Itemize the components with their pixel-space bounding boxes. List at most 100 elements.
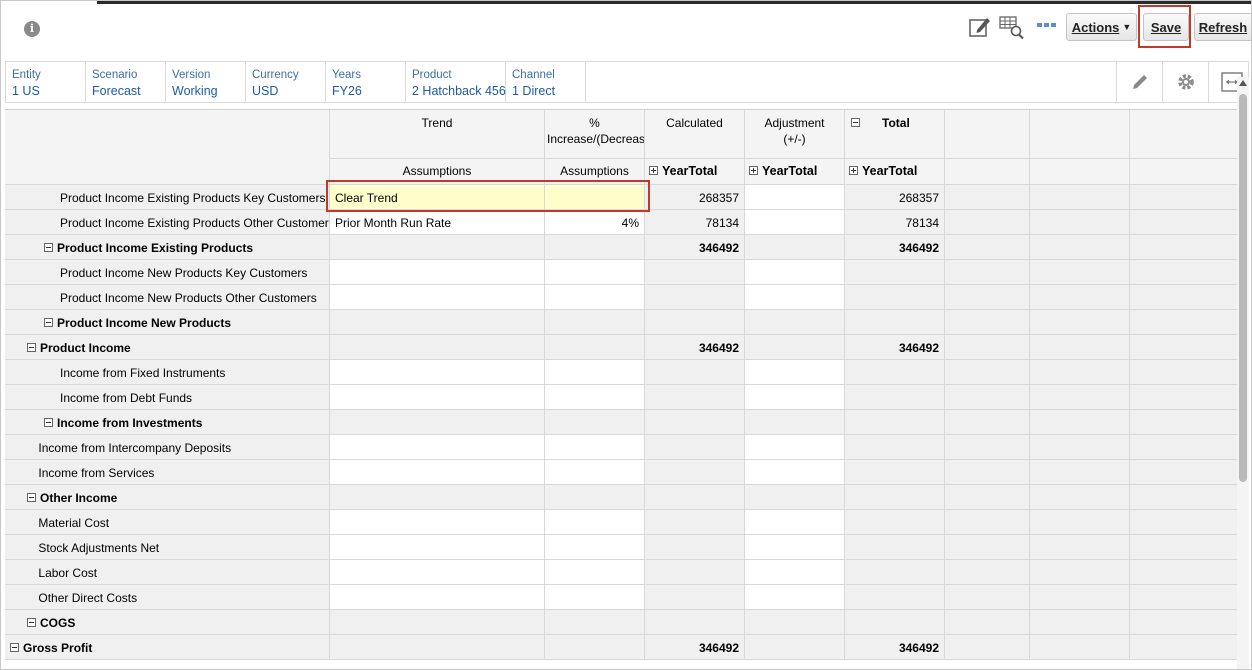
cell-pct[interactable] (545, 585, 645, 610)
cell-adj[interactable] (745, 260, 845, 285)
expand-icon[interactable] (749, 166, 758, 175)
cell-total (845, 560, 945, 585)
cell-calc (645, 610, 745, 635)
empty-cell (1130, 260, 1249, 285)
search-grid-icon[interactable] (998, 14, 1024, 40)
cell-pct[interactable] (545, 385, 645, 410)
scroll-up-icon[interactable] (1239, 80, 1247, 86)
pov-channel[interactable]: Channel 1 Direct (506, 62, 586, 102)
pov-label: Currency (252, 69, 299, 81)
cell-trend[interactable] (330, 360, 545, 385)
pov-value[interactable]: 2 Hatchback 456 (412, 83, 506, 100)
pov-value[interactable]: Forecast (92, 83, 165, 100)
collapse-icon[interactable] (44, 418, 53, 427)
cell-adj[interactable] (745, 435, 845, 460)
refresh-button[interactable]: Refresh (1194, 13, 1251, 41)
info-icon[interactable]: i (24, 21, 40, 37)
collapse-icon[interactable] (27, 618, 36, 627)
cell-pct[interactable] (545, 360, 645, 385)
pov-label: Years (332, 69, 361, 81)
pov-currency[interactable]: Currency USD (246, 62, 326, 102)
cell-adj[interactable] (745, 585, 845, 610)
cell-pct[interactable] (545, 260, 645, 285)
pov-value[interactable]: 1 Direct (512, 83, 585, 100)
cell-trend (330, 610, 545, 635)
actions-button[interactable]: Actions ▼ (1066, 13, 1137, 41)
cell-trend[interactable] (330, 535, 545, 560)
expand-icon[interactable] (849, 166, 858, 175)
row-label: Material Cost (38, 516, 110, 530)
gear-icon[interactable] (1162, 62, 1208, 102)
row-header: Other Direct Costs (5, 585, 330, 610)
cell-adj[interactable] (745, 285, 845, 310)
pov-entity[interactable]: Entity 1 US (6, 62, 86, 102)
cell-calc (645, 385, 745, 410)
pov-scenario[interactable]: Scenario Forecast (86, 62, 166, 102)
cell-pct (545, 485, 645, 510)
vertical-scrollbar[interactable] (1237, 77, 1249, 669)
empty-cell (1030, 410, 1130, 435)
cell-adj[interactable] (745, 510, 845, 535)
collapse-icon[interactable] (44, 243, 53, 252)
cell-total (845, 435, 945, 460)
collapse-icon[interactable] (27, 493, 36, 502)
cell-total: 78134 (845, 210, 945, 235)
cell-trend (330, 335, 545, 360)
pov-value[interactable]: USD (252, 83, 325, 100)
row-header: Other Income (5, 485, 330, 510)
cell-pct[interactable] (545, 560, 645, 585)
row-header: Product Income New Products (5, 310, 330, 335)
cell-pct[interactable] (545, 535, 645, 560)
collapse-icon[interactable] (851, 118, 860, 127)
cell-pct[interactable] (545, 460, 645, 485)
cell-adj[interactable] (745, 210, 845, 235)
pencil-icon[interactable] (1116, 62, 1162, 102)
row-header: Income from Debt Funds (5, 385, 330, 410)
cell-trend[interactable]: Prior Month Run Rate (330, 210, 545, 235)
cell-total: 346492 (845, 635, 945, 660)
column-header-label: Trend (421, 116, 453, 130)
cell-trend[interactable] (330, 385, 545, 410)
cell-adj[interactable] (745, 385, 845, 410)
cell-trend[interactable] (330, 435, 545, 460)
row-header: Income from Intercompany Deposits (5, 435, 330, 460)
expand-icon[interactable] (649, 166, 658, 175)
cell-trend (330, 235, 545, 260)
cell-adj[interactable] (745, 360, 845, 385)
cell-trend[interactable] (330, 510, 545, 535)
scroll-thumb[interactable] (1239, 94, 1247, 482)
empty-cell (1130, 510, 1249, 535)
empty-cell (1130, 585, 1249, 610)
cell-pct[interactable] (545, 435, 645, 460)
cell-pct[interactable] (545, 285, 645, 310)
empty-cell (1130, 485, 1249, 510)
cell-adj[interactable] (745, 535, 845, 560)
cell-adj[interactable] (745, 460, 845, 485)
cell-pct[interactable] (545, 510, 645, 535)
cell-trend[interactable] (330, 285, 545, 310)
pov-years[interactable]: Years FY26 (326, 62, 406, 102)
cell-adj[interactable] (745, 185, 845, 210)
pov-value[interactable]: 1 US (12, 83, 85, 100)
row-label: Product Income New Products (57, 316, 232, 330)
cell-trend[interactable] (330, 460, 545, 485)
cell-trend[interactable] (330, 260, 545, 285)
pov-value[interactable]: Working (172, 83, 245, 100)
cell-value: 268357 (698, 191, 739, 205)
cell-adj[interactable] (745, 560, 845, 585)
pov-product[interactable]: Product 2 Hatchback 456 (406, 62, 506, 102)
collapse-icon[interactable] (27, 343, 36, 352)
row-header: Product Income (5, 335, 330, 360)
pov-value[interactable]: FY26 (332, 83, 405, 100)
collapse-icon[interactable] (10, 643, 19, 652)
edit-icon[interactable] (967, 14, 993, 40)
cell-trend[interactable] (330, 585, 545, 610)
cell-value: 4% (621, 216, 639, 230)
column-header: % Increase/(Decrease) (545, 110, 645, 159)
collapse-icon[interactable] (44, 318, 53, 327)
pov-version[interactable]: Version Working (166, 62, 246, 102)
cell-pct[interactable]: 4% (545, 210, 645, 235)
ellipsis-icon[interactable] (1035, 14, 1061, 40)
row-label: COGS (40, 616, 76, 630)
cell-trend[interactable] (330, 560, 545, 585)
